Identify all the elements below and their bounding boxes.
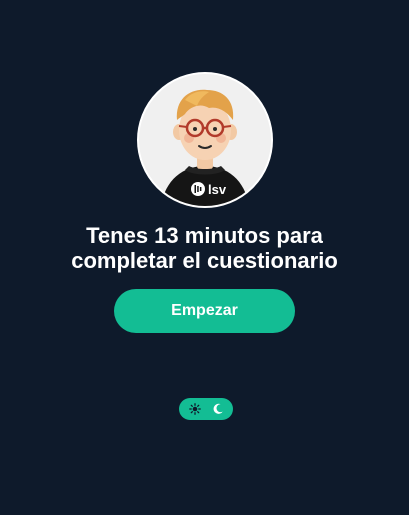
theme-toggle[interactable] — [179, 398, 233, 420]
page-title: Tenes 13 minutos para completar el cuest… — [71, 223, 338, 273]
moon-icon[interactable] — [209, 400, 227, 418]
quiz-intro: lsv Tenes 13 minutos para completar el c… — [0, 72, 409, 333]
shirt-logo-text: lsv — [208, 182, 227, 197]
start-button[interactable]: Empezar — [114, 289, 295, 333]
avatar: lsv — [136, 72, 273, 208]
developer-avatar-icon: lsv — [160, 89, 249, 206]
sun-icon[interactable] — [186, 400, 204, 418]
